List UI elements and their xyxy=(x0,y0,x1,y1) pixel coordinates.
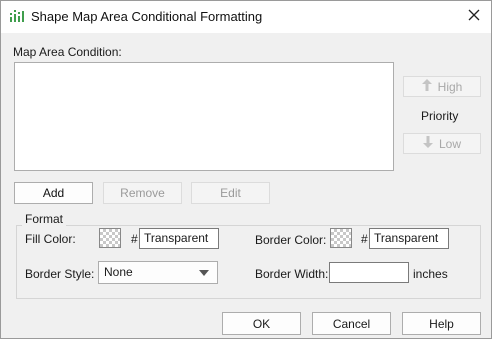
border-style-value: None xyxy=(104,265,133,279)
fill-color-swatch[interactable] xyxy=(99,228,121,248)
border-style-select[interactable]: None xyxy=(98,261,218,284)
arrow-down-icon xyxy=(422,136,433,151)
fill-color-input[interactable]: Transparent xyxy=(139,228,219,249)
map-area-condition-list[interactable] xyxy=(14,62,394,171)
ok-button[interactable]: OK xyxy=(222,312,301,335)
title-bar: Shape Map Area Conditional Formatting xyxy=(1,1,491,33)
priority-low-label: Low xyxy=(438,136,461,151)
edit-button[interactable]: Edit xyxy=(191,182,270,204)
conditional-formatting-dialog: Shape Map Area Conditional Formatting Ma… xyxy=(0,0,492,339)
priority-low-button[interactable]: Low xyxy=(403,133,481,154)
close-button[interactable] xyxy=(459,3,489,29)
cancel-button[interactable]: Cancel xyxy=(312,312,391,335)
fill-color-label: Fill Color: xyxy=(25,232,76,246)
priority-high-button[interactable]: High xyxy=(403,76,481,97)
border-width-unit: inches xyxy=(413,267,448,281)
remove-button[interactable]: Remove xyxy=(103,182,182,204)
border-color-input[interactable]: Transparent xyxy=(369,228,449,249)
border-color-label: Border Color: xyxy=(255,233,327,247)
add-button[interactable]: Add xyxy=(14,182,93,204)
dialog-title: Shape Map Area Conditional Formatting xyxy=(31,9,263,24)
fill-color-hash: # xyxy=(131,232,138,246)
border-color-swatch[interactable] xyxy=(330,228,352,248)
arrow-up-icon xyxy=(421,79,432,94)
priority-high-label: High xyxy=(437,79,463,94)
priority-label: Priority xyxy=(421,109,459,123)
chevron-down-icon xyxy=(199,270,209,276)
border-style-label: Border Style: xyxy=(25,267,95,281)
border-width-input[interactable] xyxy=(329,262,409,283)
report-bars-icon xyxy=(9,8,25,24)
border-color-hash: # xyxy=(361,232,368,246)
map-area-condition-label: Map Area Condition: xyxy=(13,45,122,59)
border-width-label: Border Width: xyxy=(255,267,329,281)
close-icon xyxy=(468,9,480,24)
format-group-title: Format xyxy=(22,212,67,226)
help-button[interactable]: Help xyxy=(402,312,481,335)
